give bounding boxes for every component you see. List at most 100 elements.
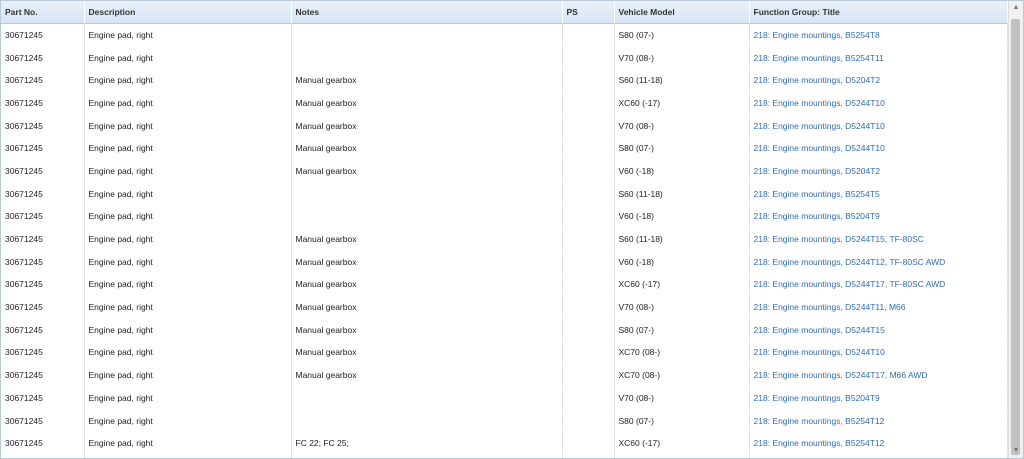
table-row[interactable]: 30671245 Engine pad, right V70 (08-) 218: E… [1,46,1008,70]
description-cell: Engine pad, right [84,386,292,410]
ps-cell [562,46,615,70]
vehicle-model-cell: XC70 (08-) [614,341,750,365]
scroll-down-arrow-icon[interactable]: ▼ [1009,444,1023,458]
column-header-notes[interactable]: Notes [291,1,563,24]
table-row[interactable]: 30671245 Engine pad, right Manual gearbox S… [1,68,1008,93]
scroll-up-arrow-icon[interactable]: ▲ [1009,1,1023,15]
vehicle-model-cell: XC60 (-17) [614,273,750,297]
vehicle-model-cell: V60 (-18) [614,205,750,229]
function-group-cell: 218: Engine mountings, B5204T9 [749,386,1008,410]
part-no-cell: 30671245 [1,341,85,365]
function-group-link[interactable]: 218: Engine mountings, D5244T15 [754,325,885,335]
parts-table: Part No. Description Notes PS Vehicle Mo… [1,1,1008,458]
ps-cell [562,250,615,274]
table-row[interactable]: 30671245 Engine pad, right Manual gearbox X… [1,341,1008,365]
table-row[interactable]: 30671245 Engine pad, right Manual gearbox V… [1,114,1008,138]
table-row[interactable]: 30671245 Engine pad, right Manual gearbox S… [1,227,1008,251]
function-group-cell: 218: Engine mountings, B5254T12 [749,431,1008,456]
description-cell: Engine pad, right [84,273,292,297]
ps-cell [562,136,615,161]
vehicle-model-cell: S60 (11-18) [614,227,750,251]
description-cell: Engine pad, right [84,341,292,365]
function-group-cell: 218: Engine mountings, B5254T12 [749,409,1008,433]
description-cell: Engine pad, right [84,205,292,229]
ps-cell [562,91,615,115]
notes-cell [291,182,563,206]
vehicle-model-cell: XC70 (08-) [614,363,750,387]
table-row[interactable]: 30671245 Engine pad, right S80 (07-) 218: E… [1,409,1008,433]
table-row[interactable]: 30671245 Engine pad, right S80 (07-) 218: E… [1,23,1008,47]
function-group-link[interactable]: 218: Engine mountings, B5254T12 [754,438,885,448]
vertical-scrollbar[interactable]: ▲ ▼ [1008,1,1023,458]
table-row[interactable]: 30671245 Engine pad, right Manual gearbox V… [1,295,1008,319]
function-group-link[interactable]: 218: Engine mountings, D5244T12, TF-80SC… [754,257,946,267]
table-row[interactable]: 30671245 Engine pad, right V70 (08-) 218: E… [1,386,1008,410]
description-cell: Engine pad, right [84,409,292,433]
function-group-link[interactable]: 218: Engine mountings, D5244T15, TF-80SC [754,234,924,244]
part-no-cell: 30671245 [1,454,85,458]
part-no-cell: 30671245 [1,409,85,433]
table-row[interactable]: 30671245 Engine pad, right Manual gearbox S… [1,136,1008,161]
description-cell: Engine pad, right [84,182,292,206]
column-header-vehicle-model[interactable]: Vehicle Model [614,1,750,24]
function-group-link[interactable]: 218: Engine mountings, D5204T2 [754,75,881,85]
function-group-cell: 218: Engine mountings, D5244T17, M66 AWD [749,363,1008,387]
table-row[interactable]: 30671245Engine pad, right V60 Cross Count… [1,454,1008,458]
function-group-link[interactable]: 218: Engine mountings, B5254T5 [754,189,880,199]
table-row[interactable]: 30671245 Engine pad, right S60 (11-18) 218:… [1,182,1008,206]
notes-cell: Manual gearbox [291,318,563,342]
function-group-link[interactable]: 218: Engine mountings, B5204T9 [754,211,880,221]
function-group-link[interactable]: 218: Engine mountings, D5244T10 [754,143,885,153]
column-header-part-no[interactable]: Part No. [1,1,85,24]
description-cell: Engine pad, right [84,318,292,342]
scrollbar-thumb[interactable] [1011,19,1020,455]
notes-cell [291,23,563,47]
column-header-function-group[interactable]: Function Group: Title [749,1,1008,24]
function-group-link[interactable]: 218: Engine mountings, D5244T11, M66 [754,302,906,312]
part-no-cell: 30671245 [1,250,85,274]
table-row[interactable]: 30671245 Engine pad, right V60 (-18) 218: E… [1,205,1008,229]
notes-cell: FC 22; FC 25; [291,431,563,456]
part-no-cell: 30671245 [1,68,85,93]
description-cell: Engine pad, right [84,454,292,458]
table-row[interactable]: 30671245 Engine pad, right FC 22; FC 25; XC… [1,431,1008,456]
vehicle-model-cell: V60 (-18) [614,159,750,183]
parts-table-panel: Part No. Description Notes PS Vehicle Mo… [0,0,1024,459]
vehicle-model-cell: S60 (11-18) [614,182,750,206]
ps-cell [562,318,615,342]
function-group-link[interactable]: 218: Engine mountings, D5244T10 [754,98,885,108]
notes-cell [291,409,563,433]
table-row[interactable]: 30671245 Engine pad, right Manual gearbox X… [1,273,1008,297]
notes-cell [291,205,563,229]
function-group-cell: 218: Engine mountings, D5244T12, TF-80SC… [749,250,1008,274]
notes-cell: Manual gearbox [291,227,563,251]
table-row[interactable]: 30671245 Engine pad, right Manual gearbox V… [1,159,1008,183]
description-cell: Engine pad, right [84,227,292,251]
function-group-link[interactable]: 218: Engine mountings, B5254T11 [754,53,884,63]
function-group-link[interactable]: 218: Engine mountings, D5244T10 [754,347,885,357]
vehicle-model-cell: V70 (08-) [614,114,750,138]
column-header-ps[interactable]: PS [562,1,615,24]
part-no-cell: 30671245 [1,23,85,47]
description-cell: Engine pad, right [84,23,292,47]
function-group-link[interactable]: 218: Engine mountings, B5254T12 [754,416,885,426]
function-group-link[interactable]: 218: Engine mountings, D5244T10 [754,121,885,131]
ps-cell [562,23,615,47]
table-row[interactable]: 30671245 Engine pad, right Manual gearbox X… [1,91,1008,115]
table-row[interactable]: 30671245 Engine pad, right Manual gearbox X… [1,363,1008,387]
column-header-description[interactable]: Description [84,1,292,24]
ps-cell [562,363,615,387]
description-cell: Engine pad, right [84,68,292,93]
function-group-link[interactable]: 218: Engine mountings, D5244T17, M66 AWD [754,370,928,380]
function-group-link[interactable]: 218: Engine mountings, D5244T17, TF-80SC… [754,279,946,289]
function-group-link[interactable]: 218: Engine mountings, D5204T2 [754,166,881,176]
function-group-cell: 218: Engine mountings, B5254T8 [749,23,1008,47]
part-no-cell: 30671245 [1,205,85,229]
notes-cell [291,454,563,458]
function-group-link[interactable]: 218: Engine mountings, B5204T9 [754,393,880,403]
function-group-cell: 218: Engine mountings, D5244T17, TF-80SC… [749,273,1008,297]
table-row[interactable]: 30671245 Engine pad, right Manual gearbox V… [1,250,1008,274]
part-no-cell: 30671245 [1,386,85,410]
function-group-link[interactable]: 218: Engine mountings, B5254T8 [754,30,880,40]
table-row[interactable]: 30671245 Engine pad, right Manual gearbox S… [1,318,1008,342]
